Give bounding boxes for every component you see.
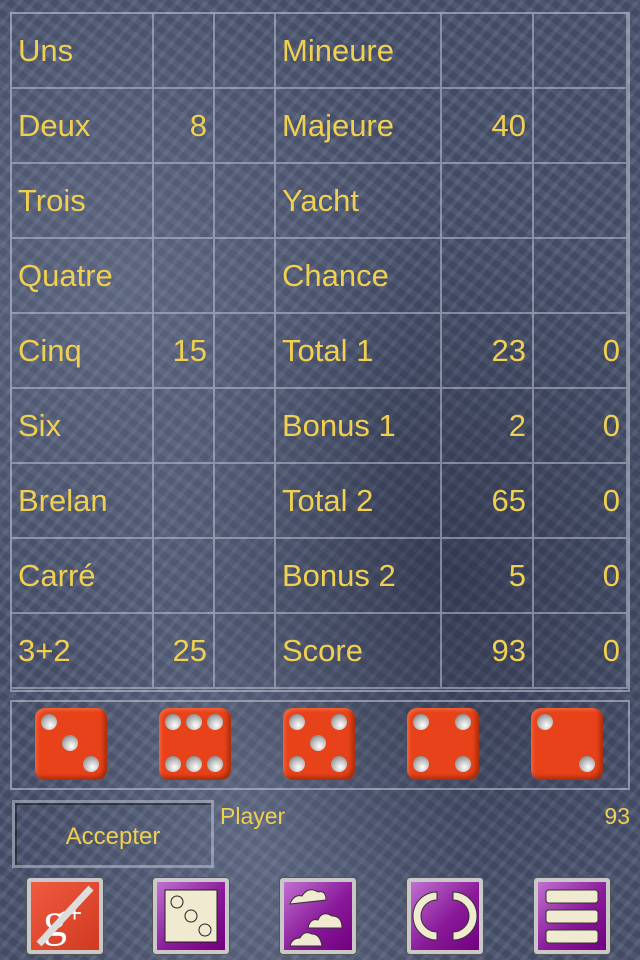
empty-cell	[215, 314, 276, 389]
die-3[interactable]	[283, 708, 355, 780]
player-score: 93	[604, 803, 630, 829]
menu-icon	[545, 889, 599, 944]
empty-cell	[215, 614, 276, 689]
category-label[interactable]: Mineure	[276, 14, 442, 89]
score-cell[interactable]	[442, 14, 534, 89]
category-label[interactable]: Quatre	[12, 239, 154, 314]
theme-button[interactable]	[280, 878, 356, 954]
die-4[interactable]	[407, 708, 479, 780]
empty-cell	[215, 89, 276, 164]
pip	[62, 735, 78, 751]
score-cell[interactable]: 23	[442, 314, 534, 389]
score-cell[interactable]: 0	[534, 464, 628, 539]
score-cell[interactable]	[534, 164, 628, 239]
score-cell[interactable]: 0	[534, 539, 628, 614]
pip	[537, 714, 553, 730]
score-cell[interactable]: 0	[534, 614, 628, 689]
pip	[83, 756, 99, 772]
pip	[289, 756, 305, 772]
die-1[interactable]	[35, 708, 107, 780]
pip	[165, 714, 181, 730]
score-cell[interactable]: 5	[442, 539, 534, 614]
score-cell[interactable]	[154, 389, 215, 464]
category-label[interactable]: Yacht	[276, 164, 442, 239]
category-label[interactable]: Bonus 2	[276, 539, 442, 614]
pip	[413, 714, 429, 730]
pip	[41, 714, 57, 730]
pip	[579, 756, 595, 772]
pip	[186, 756, 202, 772]
score-cell[interactable]: 0	[534, 314, 628, 389]
category-label[interactable]: Deux	[12, 89, 154, 164]
pip	[455, 714, 471, 730]
pip	[165, 756, 181, 772]
refresh-icon	[412, 891, 478, 941]
pip	[186, 714, 202, 730]
score-cell[interactable]	[534, 239, 628, 314]
pip	[207, 714, 223, 730]
category-label[interactable]: Cinq	[12, 314, 154, 389]
die-5[interactable]	[531, 708, 603, 780]
google-plus-button[interactable]: g +	[27, 878, 103, 954]
category-label[interactable]: Uns	[12, 14, 154, 89]
score-cell[interactable]: 2	[442, 389, 534, 464]
empty-cell	[215, 389, 276, 464]
category-label[interactable]: 3+2	[12, 614, 154, 689]
category-label[interactable]: Majeure	[276, 89, 442, 164]
menu-button[interactable]	[534, 878, 610, 954]
score-cell[interactable]: 25	[154, 614, 215, 689]
score-cell[interactable]	[154, 164, 215, 239]
empty-cell	[215, 539, 276, 614]
category-label[interactable]: Carré	[12, 539, 154, 614]
accept-button[interactable]: Accepter	[12, 800, 214, 868]
category-label[interactable]: Trois	[12, 164, 154, 239]
category-label[interactable]: Brelan	[12, 464, 154, 539]
dice-icon	[164, 889, 218, 943]
pip	[207, 756, 223, 772]
pip	[289, 714, 305, 730]
pip	[413, 756, 429, 772]
player-name: Player	[220, 803, 286, 829]
score-cell[interactable]: 15	[154, 314, 215, 389]
empty-cell	[215, 464, 276, 539]
new-game-button[interactable]	[407, 878, 483, 954]
score-cell[interactable]	[534, 14, 628, 89]
pip	[310, 735, 326, 751]
dice-style-button[interactable]	[153, 878, 229, 954]
category-label[interactable]: Score	[276, 614, 442, 689]
empty-cell	[215, 239, 276, 314]
score-cell[interactable]	[534, 89, 628, 164]
empty-cell	[215, 164, 276, 239]
score-cell[interactable]: 8	[154, 89, 215, 164]
pip	[455, 756, 471, 772]
empty-cell	[215, 14, 276, 89]
category-label[interactable]: Total 1	[276, 314, 442, 389]
die-2[interactable]	[159, 708, 231, 780]
category-label[interactable]: Six	[12, 389, 154, 464]
score-cell[interactable]	[154, 464, 215, 539]
score-cell[interactable]	[442, 164, 534, 239]
google-plus-disabled-icon: g +	[36, 885, 94, 947]
score-cell[interactable]: 40	[442, 89, 534, 164]
category-label[interactable]: Total 2	[276, 464, 442, 539]
category-label[interactable]: Bonus 1	[276, 389, 442, 464]
category-label[interactable]: Chance	[276, 239, 442, 314]
score-cell[interactable]: 0	[534, 389, 628, 464]
score-cell[interactable]: 93	[442, 614, 534, 689]
clouds-icon	[289, 889, 343, 947]
score-cell[interactable]	[154, 14, 215, 89]
score-cell[interactable]	[442, 239, 534, 314]
score-cell[interactable]	[154, 239, 215, 314]
score-cell[interactable]: 65	[442, 464, 534, 539]
score-cell[interactable]	[154, 539, 215, 614]
pip	[331, 714, 347, 730]
pip	[331, 756, 347, 772]
